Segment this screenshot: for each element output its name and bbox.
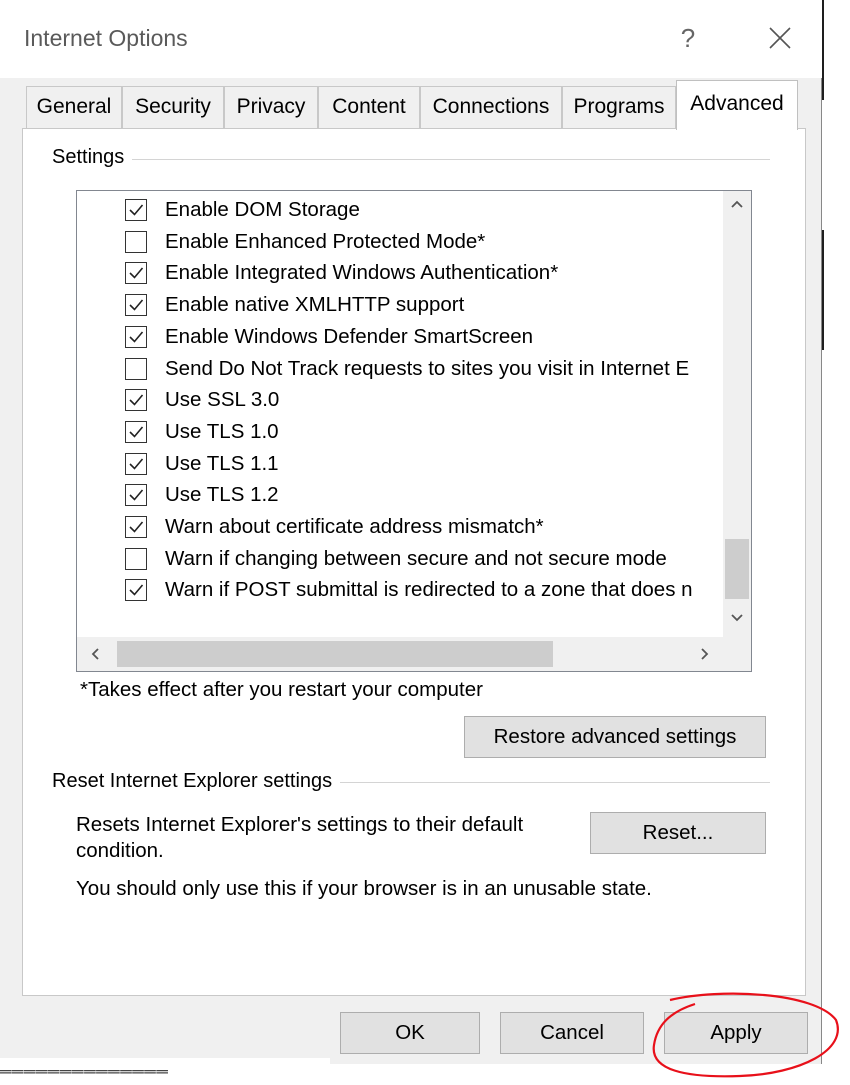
cancel-button[interactable]: Cancel <box>500 1012 644 1054</box>
tab-security[interactable]: Security <box>122 86 224 128</box>
horizontal-scroll-thumb[interactable] <box>117 641 553 667</box>
setting-label: Enable DOM Storage <box>165 198 360 221</box>
tab-connections[interactable]: Connections <box>420 86 562 128</box>
setting-label: Warn if POST submittal is redirected to … <box>165 578 693 602</box>
ok-button[interactable]: OK <box>340 1012 480 1054</box>
background-taskbar-strip: ‗‗‗‗‗‗‗‗‗‗‗‗‗‗ <box>0 1058 330 1082</box>
checkbox-checked[interactable] <box>125 262 147 285</box>
settings-group-label: Settings <box>52 146 133 169</box>
vertical-scrollbar[interactable] <box>723 191 751 637</box>
setting-label: Use SSL 3.0 <box>165 388 280 412</box>
scroll-up-icon[interactable] <box>729 195 745 218</box>
setting-label: Warn about certificate address mismatch* <box>165 515 544 538</box>
setting-label: Enable Enhanced Protected Mode* <box>165 229 486 253</box>
checkbox-checked[interactable] <box>125 516 147 538</box>
checkbox-unchecked[interactable] <box>125 230 147 253</box>
settings-group-line <box>60 159 770 160</box>
annotation-circle <box>640 990 845 1085</box>
checkbox-checked[interactable] <box>125 325 147 348</box>
tab-advanced[interactable]: Advanced <box>676 80 798 130</box>
close-icon[interactable] <box>758 18 802 58</box>
scroll-down-icon[interactable] <box>729 609 745 632</box>
setting-label: Use TLS 1.0 <box>165 419 279 443</box>
setting-label: Send Do Not Track requests to sites you … <box>165 356 690 380</box>
tab-programs[interactable]: Programs <box>562 86 676 128</box>
reset-description-line1: Resets Internet Explorer's settings to t… <box>76 813 524 836</box>
checkbox-checked[interactable] <box>125 579 147 602</box>
setting-label: Use TLS 1.2 <box>165 483 279 507</box>
settings-list: Enable DOM Storage Enable Enhanced Protec… <box>77 191 723 637</box>
vertical-scroll-thumb[interactable] <box>725 539 749 599</box>
checkbox-checked[interactable] <box>125 389 147 412</box>
restore-advanced-settings-button[interactable]: Restore advanced settings <box>464 716 766 758</box>
setting-label: Enable native XMLHTTP support <box>165 293 465 317</box>
scroll-right-icon[interactable] <box>697 645 713 668</box>
horizontal-scrollbar[interactable] <box>77 637 723 671</box>
reset-description-line2: condition. <box>76 839 164 862</box>
checkbox-checked[interactable] <box>125 199 147 221</box>
background-divider <box>822 230 824 350</box>
tab-content[interactable]: Content <box>318 86 420 128</box>
scroll-left-icon[interactable] <box>87 645 103 668</box>
setting-label: Warn if changing between secure and not … <box>165 546 667 570</box>
title-bar: Internet Options ? <box>0 0 822 78</box>
reset-description: Resets Internet Explorer's settings to t… <box>76 812 523 864</box>
scrollbar-corner <box>723 637 751 671</box>
reset-group-label: Reset Internet Explorer settings <box>52 770 341 793</box>
tab-privacy[interactable]: Privacy <box>224 86 318 128</box>
window-title: Internet Options <box>24 25 188 51</box>
background-divider <box>822 0 824 100</box>
setting-label: Enable Windows Defender SmartScreen <box>165 324 534 348</box>
tab-general[interactable]: General <box>26 86 122 128</box>
checkbox-checked[interactable] <box>125 420 147 443</box>
checkbox-checked[interactable] <box>125 294 147 317</box>
checkbox-unchecked[interactable] <box>125 357 147 380</box>
checkbox-unchecked[interactable] <box>125 547 147 570</box>
checkbox-checked[interactable] <box>125 452 147 475</box>
restart-note: *Takes effect after you restart your com… <box>80 678 483 701</box>
help-icon[interactable]: ? <box>668 18 708 58</box>
reset-warning: You should only use this if your browser… <box>76 877 652 900</box>
reset-button[interactable]: Reset... <box>590 812 766 854</box>
checkbox-checked[interactable] <box>125 484 147 507</box>
background-window <box>822 0 850 1082</box>
internet-options-dialog: Internet Options ? General Security Priv… <box>0 0 822 1064</box>
settings-listbox[interactable]: Enable DOM Storage Enable Enhanced Protec… <box>76 190 752 672</box>
setting-label: Use TLS 1.1 <box>165 451 279 475</box>
setting-label: Enable Integrated Windows Authentication… <box>165 261 559 285</box>
